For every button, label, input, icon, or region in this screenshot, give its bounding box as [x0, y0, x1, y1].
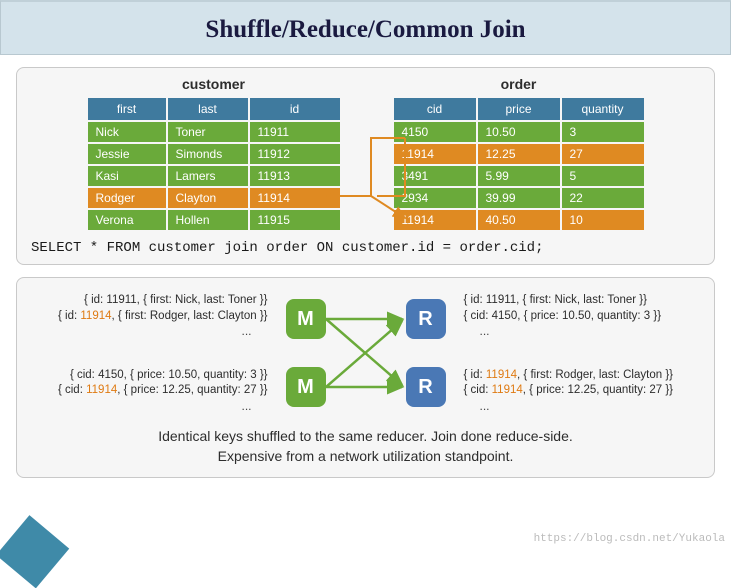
- tuple: { cid: 11914, { price: 12.25, quantity: …: [464, 383, 699, 399]
- tuple: { cid: 11914, { price: 12.25, quantity: …: [33, 383, 268, 399]
- reducer-node: R: [406, 367, 446, 407]
- order-th-quantity: quantity: [562, 98, 644, 120]
- tuple: { id: 11911, { first: Nick, last: Toner …: [33, 293, 268, 309]
- shuffle-diagram: M M R R: [276, 293, 456, 413]
- mapper-node: M: [286, 367, 326, 407]
- caption: Identical keys shuffled to the same redu…: [29, 426, 702, 467]
- table-row: VeronaHollen11915: [88, 210, 340, 230]
- table-row: 34915.995: [394, 166, 644, 186]
- cell: Kasi: [88, 166, 166, 186]
- cell: 22: [562, 188, 644, 208]
- cell: 40.50: [478, 210, 560, 230]
- cell: 39.99: [478, 188, 560, 208]
- table-row: 415010.503: [394, 122, 644, 142]
- order-th-price: price: [478, 98, 560, 120]
- tables-section: customer first last id NickToner11911Jes…: [16, 67, 715, 265]
- cell: 11914: [394, 210, 476, 230]
- table-row: 293439.9922: [394, 188, 644, 208]
- customer-table-block: customer first last id NickToner11911Jes…: [86, 76, 342, 232]
- ellipsis: ...: [464, 324, 699, 338]
- tuple: { id: 11914, { first: Rodger, last: Clay…: [33, 309, 268, 325]
- caption-line2: Expensive from a network utilization sta…: [218, 448, 514, 464]
- cell: Clayton: [168, 188, 248, 208]
- mapreduce-section: { id: 11911, { first: Nick, last: Toner …: [16, 277, 715, 478]
- reducer-node: R: [406, 299, 446, 339]
- cell: Lamers: [168, 166, 248, 186]
- cell: 5.99: [478, 166, 560, 186]
- table-row: KasiLamers11913: [88, 166, 340, 186]
- order-table: cid price quantity 415010.5031191412.252…: [392, 96, 646, 232]
- cell: Rodger: [88, 188, 166, 208]
- sql-statement: SELECT * FROM customer join order ON cus…: [31, 240, 700, 256]
- tuple: { cid: 4150, { price: 10.50, quantity: 3…: [33, 368, 268, 384]
- table-row: RodgerClayton11914: [88, 188, 340, 208]
- tuple: { id: 11914, { first: Rodger, last: Clay…: [464, 368, 699, 384]
- customer-th-last: last: [168, 98, 248, 120]
- cell: 11911: [250, 122, 340, 142]
- tuple: { id: 11911, { first: Nick, last: Toner …: [464, 293, 699, 309]
- watermark: https://blog.csdn.net/Yukaola: [534, 533, 725, 545]
- cell: 11914: [250, 188, 340, 208]
- tuple: { cid: 4150, { price: 10.50, quantity: 3…: [464, 309, 699, 325]
- cell: 27: [562, 144, 644, 164]
- ellipsis: ...: [33, 324, 268, 338]
- cell: 3491: [394, 166, 476, 186]
- page-title: Shuffle/Reduce/Common Join: [1, 16, 730, 44]
- customer-th-first: first: [88, 98, 166, 120]
- order-table-block: order cid price quantity 415010.50311914…: [392, 76, 646, 232]
- cell: Jessie: [88, 144, 166, 164]
- cell: 10: [562, 210, 644, 230]
- cell: 5: [562, 166, 644, 186]
- cell: 4150: [394, 122, 476, 142]
- caption-line1: Identical keys shuffled to the same redu…: [158, 428, 573, 444]
- table-row: 1191440.5010: [394, 210, 644, 230]
- table-row: NickToner11911: [88, 122, 340, 142]
- cell: 10.50: [478, 122, 560, 142]
- mapper-node: M: [286, 299, 326, 339]
- customer-th-id: id: [250, 98, 340, 120]
- cell: 3: [562, 122, 644, 142]
- customer-table-title: customer: [86, 76, 342, 92]
- table-row: 1191412.2527: [394, 144, 644, 164]
- cell: 2934: [394, 188, 476, 208]
- table-row: JessieSimonds11912: [88, 144, 340, 164]
- reducer-output-col: { id: 11911, { first: Nick, last: Toner …: [464, 293, 699, 413]
- title-bar: Shuffle/Reduce/Common Join: [0, 0, 731, 55]
- cell: 12.25: [478, 144, 560, 164]
- cell: Nick: [88, 122, 166, 142]
- cell: 11914: [394, 144, 476, 164]
- order-th-cid: cid: [394, 98, 476, 120]
- order-table-title: order: [392, 76, 646, 92]
- cell: Hollen: [168, 210, 248, 230]
- ellipsis: ...: [33, 399, 268, 413]
- corner-decoration: [0, 515, 69, 588]
- cell: Simonds: [168, 144, 248, 164]
- cell: 11913: [250, 166, 340, 186]
- ellipsis: ...: [464, 399, 699, 413]
- customer-table: first last id NickToner11911JessieSimond…: [86, 96, 342, 232]
- cell: Verona: [88, 210, 166, 230]
- cell: Toner: [168, 122, 248, 142]
- mapper-input-col: { id: 11911, { first: Nick, last: Toner …: [33, 293, 268, 413]
- cell: 11912: [250, 144, 340, 164]
- cell: 11915: [250, 210, 340, 230]
